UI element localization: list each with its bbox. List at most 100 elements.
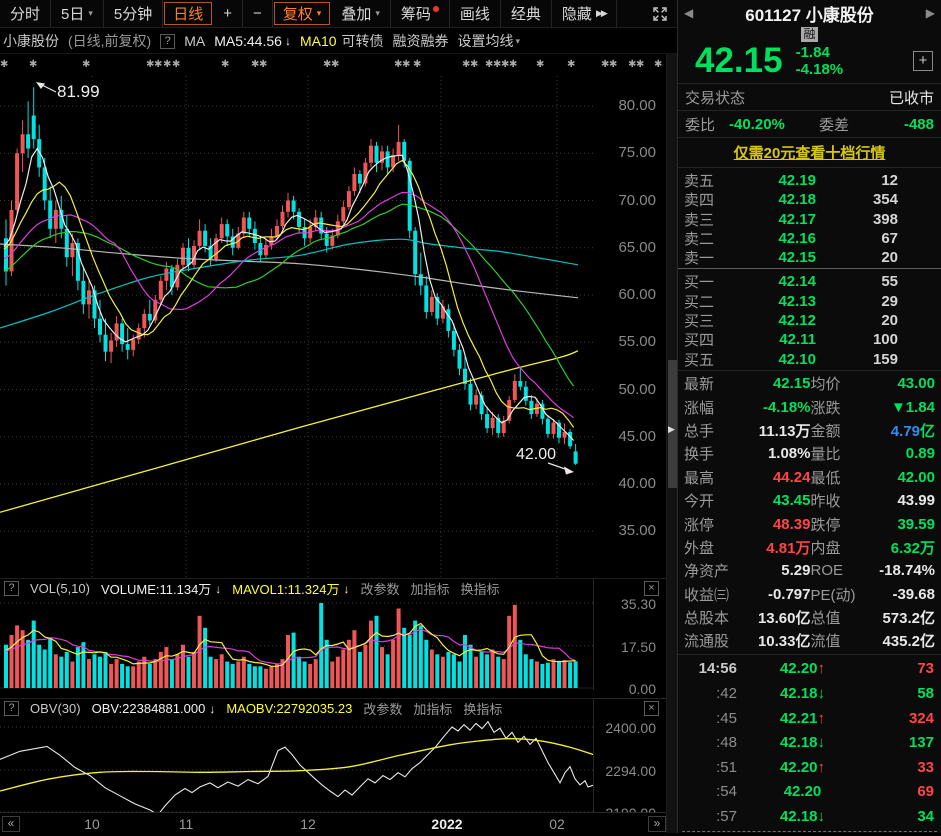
event-marker-icon[interactable]: ✱ (536, 59, 544, 70)
ma5-value: MA5:44.56 (214, 33, 282, 49)
add-indicator-button[interactable]: 加指标 (413, 699, 452, 718)
event-marker-icon[interactable]: ✱ (331, 59, 339, 70)
stats-value: 43.00 (871, 375, 936, 392)
event-marker-icon[interactable]: ✱ (221, 59, 229, 70)
obv-chart[interactable] (0, 718, 666, 813)
tick-row[interactable]: :4542.21↑324 (678, 706, 941, 731)
stats-label: PE(动) (811, 584, 871, 605)
order-book-row-sell[interactable]: 卖一42.1520 (678, 247, 941, 266)
order-book-price: 42.10 (732, 351, 816, 368)
event-marker-icon[interactable]: ✱ (29, 59, 37, 70)
toolbar-item-隐藏[interactable]: 隐藏▶▶ (552, 0, 617, 27)
event-marker-icon[interactable]: ✱ (567, 59, 575, 70)
tick-quantity: 73 (868, 660, 934, 677)
weicha-value: -488 (871, 116, 934, 133)
help-icon[interactable]: ? (4, 581, 19, 596)
event-marker-icon[interactable]: ✱ (509, 59, 517, 70)
tick-row[interactable]: 14:5742.18↓44 (678, 834, 941, 836)
toolbar-item-日线[interactable]: 日线 (164, 2, 212, 25)
toolbar-item-分时[interactable]: 分时 (0, 0, 51, 27)
expand-icon (652, 6, 668, 22)
menu-margin-trading[interactable]: 融资融券 (393, 31, 449, 51)
stats-label: 外盘 (684, 537, 746, 558)
obv-axis-label: 2400.00 (596, 720, 656, 738)
tick-row[interactable]: :5742.18↓34 (678, 804, 941, 829)
toolbar-item-5日[interactable]: 5日▾ (51, 0, 104, 27)
change-params-button[interactable]: 改参数 (363, 699, 402, 718)
event-marker-icon[interactable]: ✱ (609, 59, 617, 70)
volume-axis-label: 17.50 (596, 639, 656, 657)
scroll-left-button[interactable]: « (2, 816, 20, 832)
event-marker-icon[interactable]: ✱ (654, 59, 662, 70)
menu-convertible-bond[interactable]: 可转债 (342, 31, 384, 51)
chart-info-bar: 小康股份 (日线,前复权) ? MA MA5:44.56 ↓ MA10 可转债 … (0, 29, 677, 54)
order-book-level-label: 卖三 (684, 209, 732, 230)
order-book-row-buy[interactable]: 买二42.1329 (678, 291, 941, 310)
stats-label: 流通股 (684, 630, 746, 651)
tick-row[interactable]: 14:5642.20↑73 (678, 657, 941, 682)
volume-chart[interactable] (0, 598, 666, 690)
event-marker-icon[interactable]: ✱ (163, 59, 171, 70)
event-marker-icon[interactable]: ✱ (154, 59, 162, 70)
event-marker-icon[interactable]: ✱ (0, 59, 8, 70)
prev-stock-icon[interactable]: ◀ (684, 6, 693, 20)
order-book-row-sell[interactable]: 卖五42.1912 (678, 170, 941, 189)
event-marker-icon[interactable]: ✱ (172, 59, 180, 70)
order-book-row-sell[interactable]: 卖四42.18354 (678, 189, 941, 208)
toolbar-item-叠加[interactable]: 叠加▾ (331, 0, 391, 27)
collapse-arrow-icon[interactable]: ▶ (668, 424, 675, 435)
toolbar-item-label: 叠加 (341, 3, 371, 24)
order-book-row-buy[interactable]: 买五42.10159 (678, 349, 941, 368)
scroll-right-button[interactable]: » (648, 816, 666, 832)
order-book-row-buy[interactable]: 买四42.11100 (678, 329, 941, 348)
stats-value: 42.00 (871, 469, 936, 486)
fullscreen-button[interactable] (643, 0, 677, 27)
switch-indicator-button[interactable]: 换指标 (461, 579, 500, 598)
help-icon[interactable]: ? (160, 34, 175, 49)
order-book-row-sell[interactable]: 卖三42.17398 (678, 209, 941, 228)
red-dot-icon (433, 6, 439, 12)
order-book-row-buy[interactable]: 买一42.1455 (678, 271, 941, 290)
next-stock-icon[interactable]: ▶ (926, 6, 935, 20)
switch-indicator-button[interactable]: 换指标 (463, 699, 502, 718)
tick-row[interactable]: :5142.20↑33 (678, 755, 941, 780)
tick-time: 14:56 (685, 660, 737, 677)
level2-promo-link[interactable]: 仅需20元查看十档行情 (734, 142, 886, 163)
stats-value: 4.79亿 (871, 420, 936, 441)
panel-splitter[interactable]: ▶ (666, 54, 677, 833)
event-marker-icon[interactable]: ✱ (413, 59, 421, 70)
event-marker-icon[interactable]: ✱ (402, 59, 410, 70)
menu-ma-settings[interactable]: 设置均线 (458, 31, 514, 51)
event-marker-icon[interactable]: ✱ (636, 59, 644, 70)
change-params-button[interactable]: 改参数 (360, 579, 399, 598)
stats-row: 外盘4.81万内盘6.32万 (678, 536, 941, 559)
down-arrow-icon: ↓ (215, 582, 221, 596)
candlestick-chart[interactable] (0, 54, 666, 578)
ma10-label: MA10 (300, 33, 337, 49)
order-book-row-sell[interactable]: 卖二42.1667 (678, 228, 941, 247)
toolbar-item-经典[interactable]: 经典 (501, 0, 552, 27)
price-axis-label: 50.00 (596, 381, 656, 399)
tick-row[interactable]: :4242.18↓58 (678, 681, 941, 706)
obv-axis-label: 2294.00 (596, 763, 656, 781)
add-indicator-button[interactable]: 加指标 (411, 579, 450, 598)
event-marker-icon[interactable]: ✱ (470, 59, 478, 70)
tick-row[interactable]: :4842.18↓137 (678, 730, 941, 755)
event-marker-icon[interactable]: ✱ (259, 59, 267, 70)
order-book-price: 42.17 (732, 211, 816, 228)
toolbar-item-复权[interactable]: 复权▾ (274, 2, 331, 25)
toolbar-item-画线[interactable]: 画线 (450, 0, 501, 27)
toolbar-item-−[interactable]: − (243, 0, 273, 27)
stats-label: 涨停 (684, 514, 746, 535)
event-marker-icon[interactable]: ✱ (82, 59, 90, 70)
toolbar-item-筹码[interactable]: 筹码 (391, 0, 450, 27)
toolbar-item-+[interactable]: + (213, 0, 243, 27)
order-book-row-buy[interactable]: 买三42.1220 (678, 310, 941, 329)
add-to-watchlist-button[interactable]: + (913, 51, 933, 71)
help-icon[interactable]: ? (4, 701, 19, 716)
tick-row[interactable]: :5442.2069 (678, 780, 941, 805)
stats-value: ▼1.84 (871, 399, 936, 416)
tick-list[interactable]: 14:5642.20↑73:4242.18↓58:4542.21↑324:484… (678, 655, 941, 836)
stats-value: 43.99 (871, 492, 936, 509)
toolbar-item-5分钟[interactable]: 5分钟 (104, 0, 163, 27)
